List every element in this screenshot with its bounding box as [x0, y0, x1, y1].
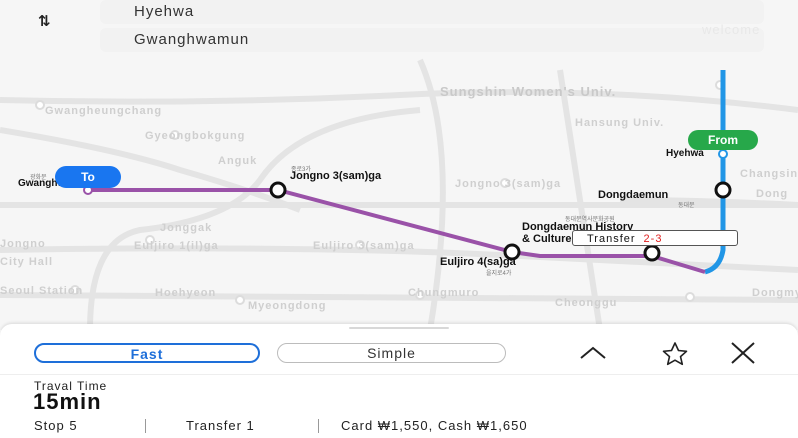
- destination-pin[interactable]: To: [55, 166, 121, 188]
- watermark: welcome: [702, 22, 761, 37]
- route-summary-sheet: Fast Simple Traval Time 15min Stop 5 Tra…: [0, 324, 798, 438]
- stop-count: Stop 5: [34, 418, 78, 433]
- map-label: Hoehyeon: [155, 287, 217, 299]
- tab-fast[interactable]: Fast: [34, 343, 260, 363]
- map-label: Jonggak: [160, 222, 213, 234]
- station-jongno-3ga[interactable]: Jongno 3(sam)ga: [290, 170, 390, 182]
- station-euljiro-4ga[interactable]: Euljiro 4(sa)ga: [440, 256, 516, 268]
- map-label: Chungmuro: [408, 287, 480, 299]
- station-sub-label: 을지로4가: [486, 271, 512, 277]
- map-label: Jongno: [0, 238, 46, 250]
- divider: [145, 419, 146, 433]
- divider: [0, 374, 798, 375]
- swap-arrows-icon[interactable]: ⇅: [38, 12, 51, 30]
- chevron-up-icon[interactable]: [578, 340, 608, 366]
- fare-info: Card ₩1,550, Cash ₩1,650: [341, 418, 528, 433]
- map-label: Cheonggu: [555, 297, 618, 309]
- map-label: Anguk: [218, 155, 258, 167]
- close-icon[interactable]: [728, 340, 758, 366]
- map-label: Jongno 3(sam)ga: [455, 178, 562, 190]
- map-label: Gyeongbokgung: [145, 130, 246, 142]
- station-dongdaemun[interactable]: Dongdaemun: [598, 189, 668, 201]
- origin-search-field[interactable]: Hyehwa: [100, 0, 764, 24]
- map-label: Dong: [756, 188, 789, 200]
- map-label: Gwangheungchang: [45, 105, 163, 117]
- transfer-platform: 2-3: [643, 233, 663, 245]
- map-label: Myeongdong: [248, 300, 327, 312]
- map-label: Hansung Univ.: [575, 117, 665, 129]
- tab-simple[interactable]: Simple: [277, 343, 506, 363]
- destination-search-field[interactable]: Gwanghwamun: [100, 28, 764, 52]
- star-icon[interactable]: [660, 340, 690, 366]
- map-label: Sungshin Women's Univ.: [440, 84, 617, 99]
- map-label: Dongmyo: [752, 287, 798, 299]
- transfer-count: Transfer 1: [186, 418, 255, 433]
- map-label: Seoul Station: [0, 285, 84, 297]
- sheet-handle[interactable]: [349, 327, 449, 329]
- transfer-badge: Transfer 2-3: [572, 230, 738, 246]
- travel-time-value: 15min: [33, 389, 102, 414]
- divider: [318, 419, 319, 433]
- transfer-label: Transfer: [587, 233, 636, 245]
- station-sub-label: 동대문: [678, 203, 695, 209]
- subway-map[interactable]: Sungshin Women's Univ. Hansung Univ. Gwa…: [0, 0, 798, 330]
- map-label: City Hall: [0, 256, 54, 268]
- map-label: Euljiro 1(il)ga: [134, 240, 219, 252]
- map-label: Euljiro 3(sam)ga: [313, 240, 415, 252]
- map-label: Changsin: [740, 168, 798, 180]
- origin-pin[interactable]: From: [688, 130, 758, 150]
